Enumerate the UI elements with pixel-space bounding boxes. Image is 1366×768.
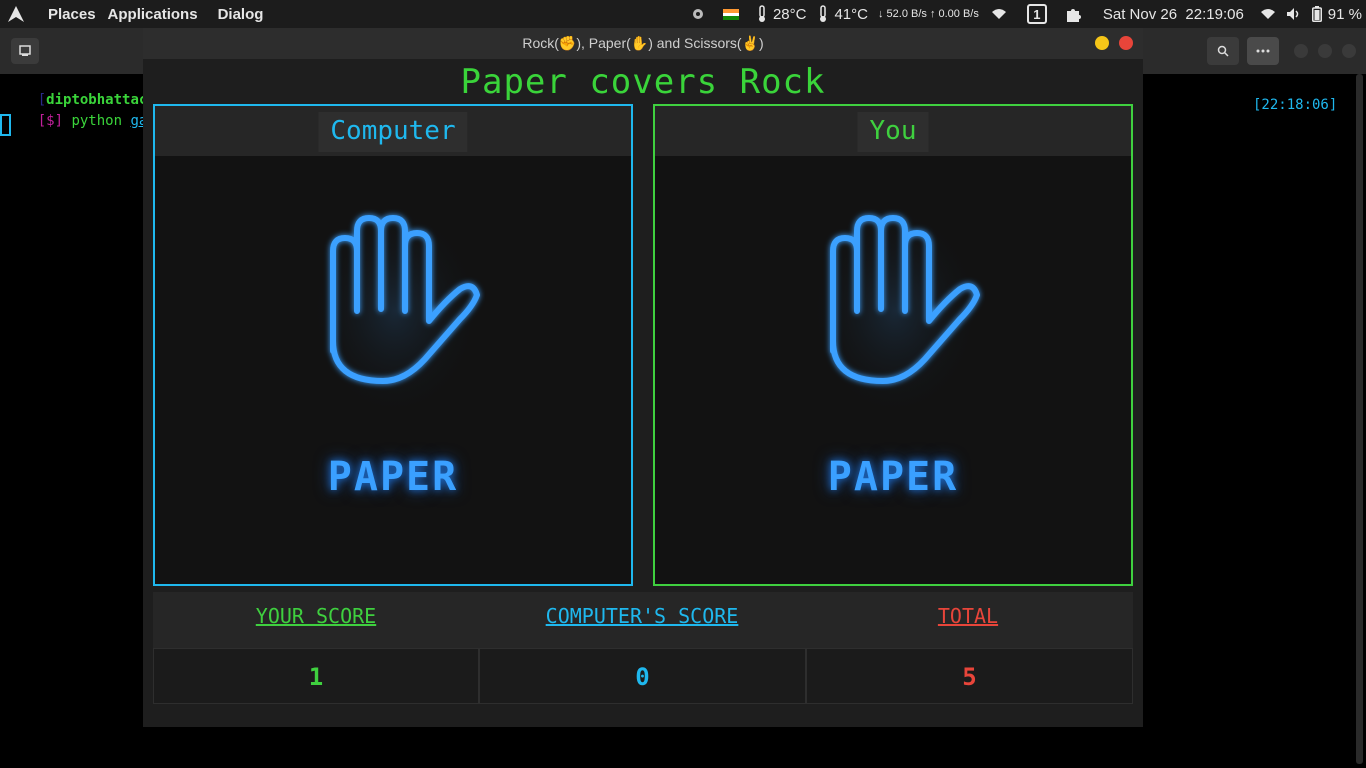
- paper-hand-icon: [307, 201, 483, 421]
- your-score-value: 1: [308, 663, 324, 691]
- your-score-label: YOUR SCORE: [255, 604, 377, 628]
- india-flag-icon: [722, 8, 739, 20]
- top-panel: Places Applications Dialog 28°C 41°C ↓ 5…: [0, 0, 1366, 28]
- thermometer-icon: [757, 5, 767, 23]
- terminal-cursor: [0, 114, 11, 136]
- dialog-menu[interactable]: Dialog: [212, 6, 270, 23]
- maximize-circle[interactable]: [1318, 44, 1332, 58]
- arch-logo-icon[interactable]: [2, 0, 30, 28]
- game-window: Rock(✊), Paper(✋) and Scissors(✌) Paper …: [143, 28, 1143, 727]
- computer-score-label: COMPUTER'S SCORE: [545, 604, 739, 628]
- result-heading: Paper covers Rock: [460, 62, 826, 102]
- volume-icon[interactable]: [1286, 7, 1300, 21]
- terminal-prompt-symbol: [$]: [37, 113, 64, 129]
- computer-score-cell: 0: [479, 648, 806, 704]
- window-titlebar[interactable]: Rock(✊), Paper(✋) and Scissors(✌): [143, 28, 1143, 59]
- new-tab-icon[interactable]: [11, 38, 39, 64]
- you-label: You: [857, 112, 929, 152]
- panel-header: You: [655, 106, 1131, 156]
- date-time[interactable]: Sat Nov 26 22:19:06: [1103, 6, 1244, 23]
- computer-panel: Computer PAPER: [153, 104, 633, 586]
- window-title: Rock(✊), Paper(✋) and Scissors(✌): [522, 35, 764, 51]
- applications-menu[interactable]: Applications: [102, 6, 204, 23]
- terminal-command-line: [$] python gam: [4, 97, 156, 145]
- extensions-puzzle-icon[interactable]: [1065, 5, 1083, 23]
- wifi-icon[interactable]: [1260, 8, 1276, 20]
- places-menu[interactable]: Places: [42, 6, 102, 23]
- terminal-scrollbar[interactable]: [1356, 74, 1363, 764]
- total-value: 5: [962, 663, 977, 691]
- terminal-command: python: [71, 113, 123, 129]
- workspace-indicator[interactable]: 1: [1026, 4, 1047, 24]
- terminal-timestamp: [22:18:06]: [1253, 97, 1338, 113]
- cpu-temp: 28°C: [772, 5, 807, 23]
- computer-score-value: 0: [635, 663, 650, 691]
- score-board: YOUR SCORE COMPUTER'S SCORE TOTAL 1 0 5: [153, 592, 1133, 704]
- computer-choice-text: PAPER: [327, 454, 459, 500]
- total-cell: 5: [806, 648, 1133, 704]
- paper-hand-icon: [807, 201, 983, 421]
- gear-icon[interactable]: [691, 7, 705, 21]
- total-label: TOTAL: [937, 604, 999, 628]
- gpu-temp: 41°C: [834, 5, 868, 23]
- close-circle[interactable]: [1342, 44, 1356, 58]
- battery-percent: 91 %: [1327, 5, 1362, 23]
- your-score-cell: 1: [153, 648, 479, 704]
- computer-label: Computer: [318, 112, 468, 152]
- minimize-circle[interactable]: [1294, 44, 1308, 58]
- you-choice-text: PAPER: [827, 454, 959, 500]
- network-speed: ↓ 52.0 B/s ↑ 0.00 B/s: [877, 8, 979, 20]
- close-button[interactable]: [1119, 36, 1133, 50]
- you-panel: You PAPER: [653, 104, 1133, 586]
- battery-icon[interactable]: [1311, 6, 1322, 22]
- minimize-button[interactable]: [1095, 36, 1109, 50]
- network-icon[interactable]: [991, 8, 1007, 20]
- thermometer-icon: [818, 5, 828, 23]
- menu-button[interactable]: [1247, 37, 1279, 65]
- search-button[interactable]: [1207, 37, 1239, 65]
- panel-header: Computer: [155, 106, 631, 156]
